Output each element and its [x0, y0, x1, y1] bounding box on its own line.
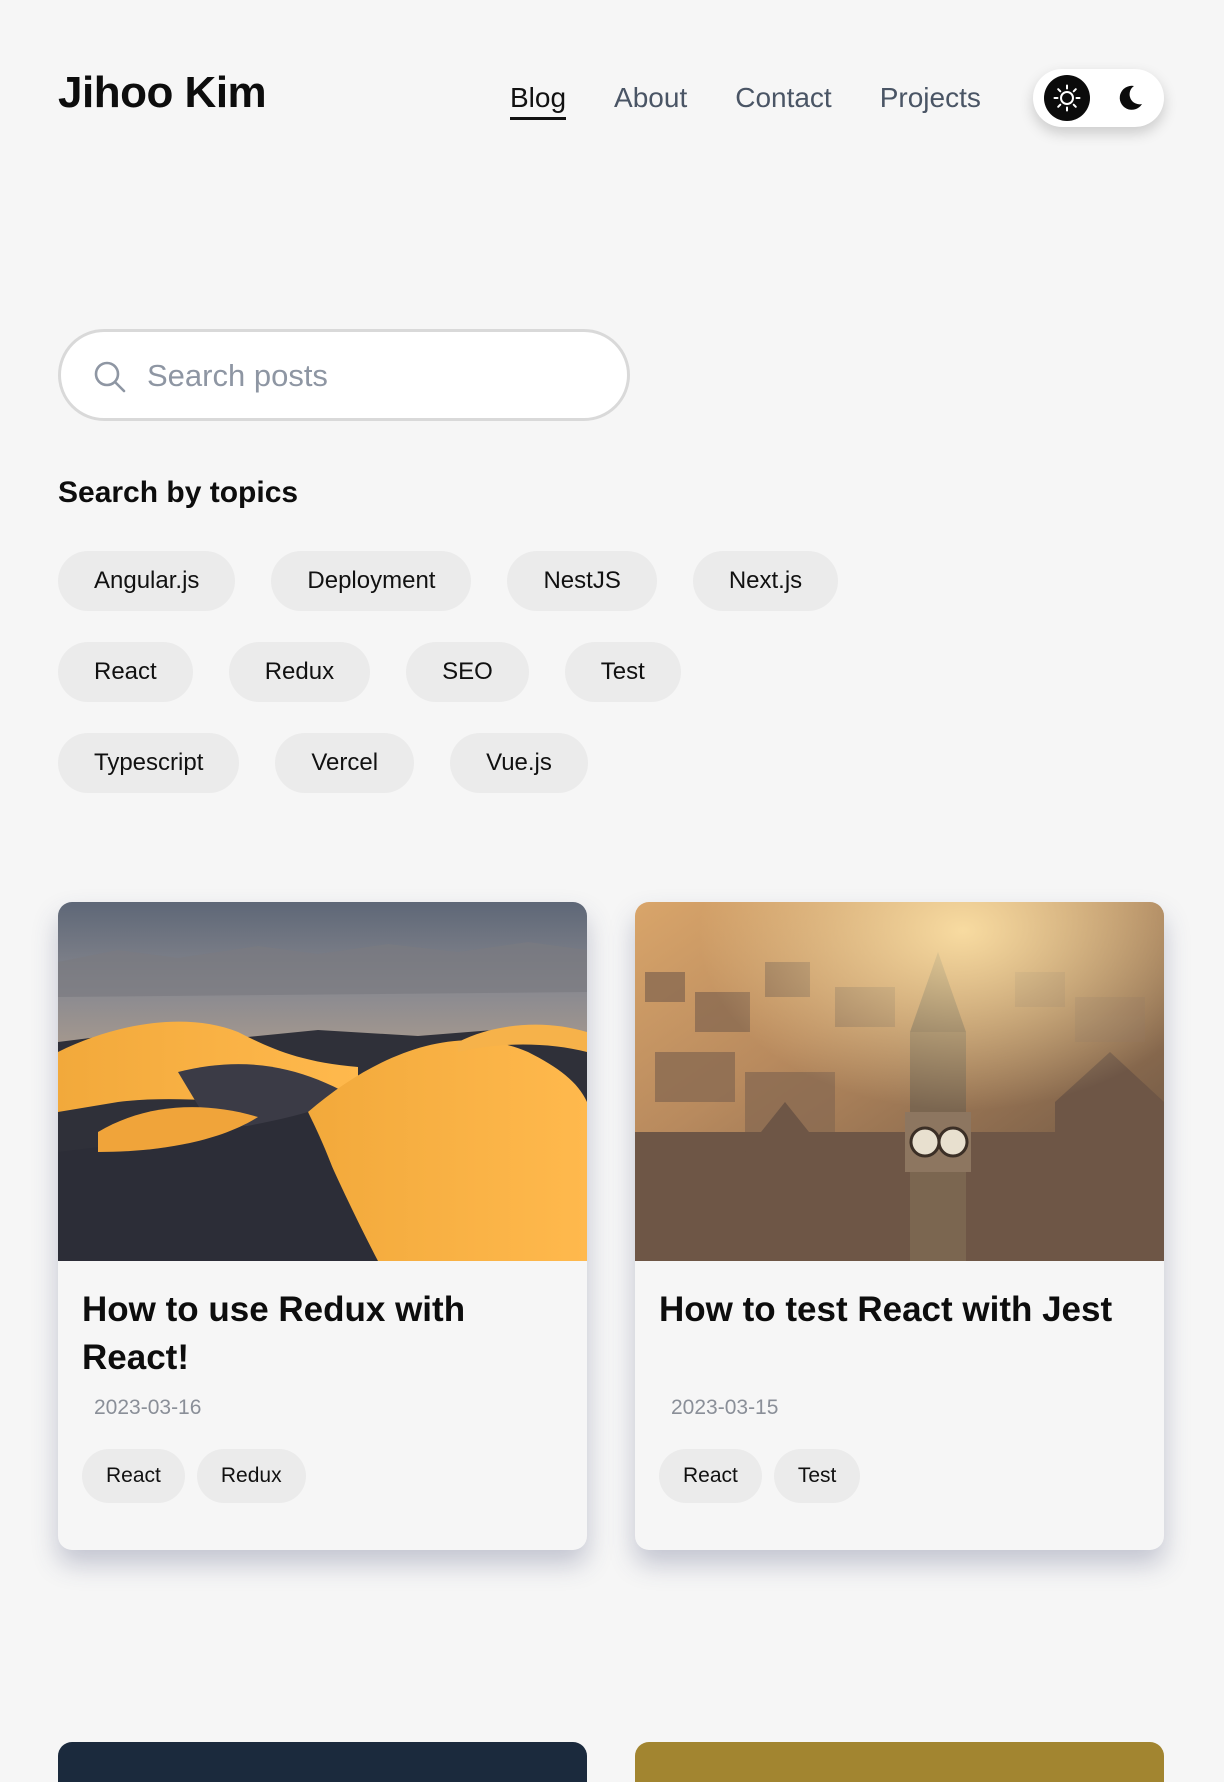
site-title[interactable]: Jihoo Kim — [58, 68, 267, 118]
nav-blog[interactable]: Blog — [510, 82, 567, 120]
theme-toggle[interactable] — [1033, 69, 1164, 127]
topic-chip-seo[interactable]: SEO — [406, 642, 529, 702]
topic-chip-typescript[interactable]: Typescript — [58, 733, 240, 793]
post-tag-react[interactable]: React — [659, 1449, 762, 1503]
search-box — [58, 329, 630, 421]
topic-chip-test[interactable]: Test — [564, 642, 681, 702]
light-mode-button[interactable] — [1044, 75, 1090, 121]
topic-chip-vercel[interactable]: Vercel — [275, 733, 415, 793]
search-input[interactable] — [145, 350, 599, 402]
search-icon — [94, 361, 126, 393]
topic-chip-nestjs[interactable]: NestJS — [507, 551, 657, 611]
sun-icon — [1053, 84, 1081, 112]
topic-chip-vuejs[interactable]: Vue.js — [450, 733, 588, 793]
desert-dunes-photo — [58, 902, 587, 1261]
topic-chip-react[interactable]: React — [58, 642, 193, 702]
post-title[interactable]: How to test React with Jest — [659, 1286, 1139, 1334]
topics-heading: Search by topics — [58, 476, 299, 509]
post-date: 2023-03-16 — [94, 1396, 202, 1419]
topic-chip-nextjs[interactable]: Next.js — [692, 551, 839, 611]
site-header: Jihoo Kim Blog About Contact Projects — [0, 0, 1224, 200]
topic-chip-deployment[interactable]: Deployment — [271, 551, 472, 611]
topic-list: Angular.js Deployment NestJS Next.js Rea… — [58, 551, 958, 824]
post-tags: React Redux — [82, 1449, 318, 1503]
post-tags: React Test — [659, 1449, 872, 1503]
post-card[interactable]: How to test React with Jest 2023-03-15 R… — [635, 902, 1164, 1550]
post-card-partial[interactable] — [58, 1742, 587, 1782]
moon-icon — [1119, 85, 1142, 110]
nav-about[interactable]: About — [614, 82, 687, 120]
dark-mode-button[interactable] — [1107, 75, 1153, 121]
topic-row: React Redux SEO Test — [58, 642, 958, 702]
main-nav: Blog About Contact Projects — [510, 82, 1029, 120]
topic-chip-angularjs[interactable]: Angular.js — [58, 551, 236, 611]
post-card[interactable]: How to use Redux with React! 2023-03-16 … — [58, 902, 587, 1550]
post-card-partial[interactable] — [635, 1742, 1164, 1782]
post-tag-react[interactable]: React — [82, 1449, 185, 1503]
post-tag-redux[interactable]: Redux — [196, 1449, 306, 1503]
post-title[interactable]: How to use Redux with React! — [82, 1286, 562, 1382]
nav-projects[interactable]: Projects — [880, 82, 981, 120]
topic-row: Typescript Vercel Vue.js — [58, 733, 958, 793]
topic-chip-redux[interactable]: Redux — [228, 642, 371, 702]
post-tag-test[interactable]: Test — [773, 1449, 861, 1503]
nav-contact[interactable]: Contact — [735, 82, 832, 120]
london-big-ben-photo — [635, 902, 1164, 1261]
post-date: 2023-03-15 — [671, 1396, 779, 1419]
topic-row: Angular.js Deployment NestJS Next.js — [58, 551, 958, 611]
